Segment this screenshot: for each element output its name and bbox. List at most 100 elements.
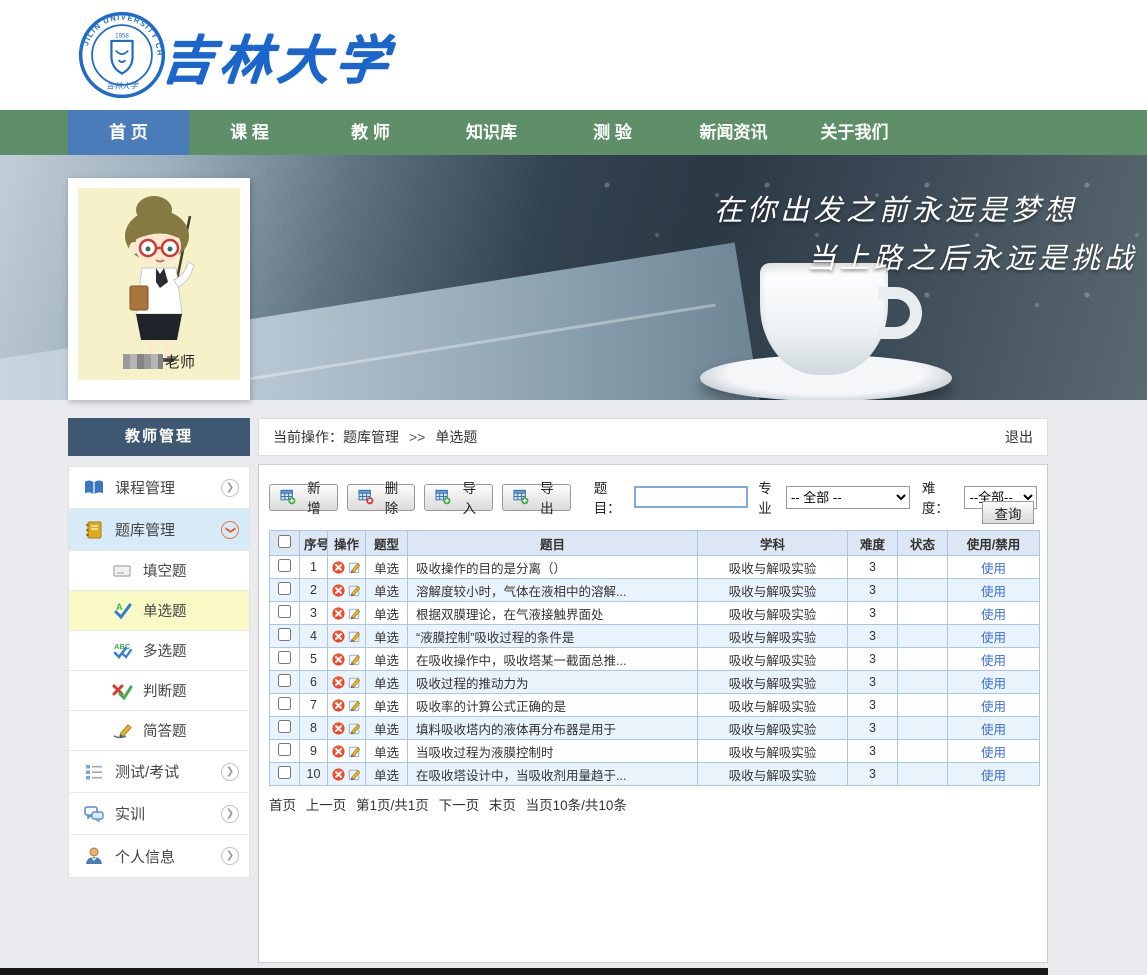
row-checkbox[interactable] <box>278 766 291 779</box>
delete-row-icon[interactable] <box>332 560 345 575</box>
input-box-icon <box>111 561 133 581</box>
edit-row-icon[interactable] <box>348 744 361 759</box>
nav-item-news[interactable]: 新闻资讯 <box>673 110 794 155</box>
major-filter-select[interactable]: -- 全部 -- <box>786 486 910 509</box>
sidebar-item-label: 判断题 <box>143 680 239 701</box>
delete-row-icon[interactable] <box>332 675 345 690</box>
add-button[interactable]: 新增 <box>269 484 338 511</box>
pagination-next[interactable]: 下一页 <box>439 798 480 813</box>
pagination: 首页 上一页 第1页/共1页 下一页 末页 当页10条/共10条 <box>269 794 1037 814</box>
row-subject: 吸收与解吸实验 <box>698 671 848 694</box>
use-toggle-link[interactable]: 使用 <box>981 654 1006 668</box>
table-export-icon <box>513 489 529 505</box>
row-difficulty: 3 <box>848 671 898 694</box>
row-type: 单选 <box>366 717 408 740</box>
row-subject: 吸收与解吸实验 <box>698 648 848 671</box>
nav-item-quiz[interactable]: 测 验 <box>552 110 673 155</box>
pagination-first[interactable]: 首页 <box>269 798 296 813</box>
import-button[interactable]: 导入 <box>424 484 493 511</box>
use-toggle-link[interactable]: 使用 <box>981 562 1006 576</box>
sidebar-item-single-choice[interactable]: A 单选题 <box>69 591 249 631</box>
use-toggle-link[interactable]: 使用 <box>981 677 1006 691</box>
delete-row-icon[interactable] <box>332 629 345 644</box>
nav-item-teachers[interactable]: 教 师 <box>310 110 431 155</box>
sidebar-item-judge[interactable]: 判断题 <box>69 671 249 711</box>
sidebar-item-fill-blank[interactable]: 填空题 <box>69 551 249 591</box>
row-checkbox[interactable] <box>278 651 291 664</box>
use-toggle-link[interactable]: 使用 <box>981 608 1006 622</box>
search-button[interactable]: 查询 <box>982 501 1034 524</box>
breadcrumb-prefix: 当前操作： <box>273 427 343 447</box>
edit-row-icon[interactable] <box>348 652 361 667</box>
row-checkbox[interactable] <box>278 628 291 641</box>
svg-text:ABC: ABC <box>114 642 131 651</box>
row-checkbox[interactable] <box>278 720 291 733</box>
col-header-op: 操作 <box>328 531 366 556</box>
row-no: 9 <box>300 740 328 763</box>
edit-row-icon[interactable] <box>348 721 361 736</box>
row-no: 7 <box>300 694 328 717</box>
slogan-line-1: 在你出发之前永远是梦想 <box>527 187 1147 229</box>
edit-row-icon[interactable] <box>348 583 361 598</box>
delete-row-icon[interactable] <box>332 606 345 621</box>
delete-row-icon[interactable] <box>332 744 345 759</box>
pagination-last[interactable]: 末页 <box>489 798 516 813</box>
nav-item-courses[interactable]: 课 程 <box>189 110 310 155</box>
row-type: 单选 <box>366 579 408 602</box>
row-checkbox[interactable] <box>278 743 291 756</box>
row-checkbox[interactable] <box>278 605 291 618</box>
row-type: 单选 <box>366 625 408 648</box>
delete-row-icon[interactable] <box>332 721 345 736</box>
row-checkbox[interactable] <box>278 697 291 710</box>
delete-row-icon[interactable] <box>332 583 345 598</box>
use-toggle-link[interactable]: 使用 <box>981 700 1006 714</box>
sidebar-item-label: 单选题 <box>143 600 239 621</box>
edit-row-icon[interactable] <box>348 675 361 690</box>
nav-item-knowledge[interactable]: 知识库 <box>431 110 552 155</box>
col-header-difficulty: 难度 <box>848 531 898 556</box>
logout-link[interactable]: 退出 <box>1005 427 1033 447</box>
row-subject: 吸收与解吸实验 <box>698 602 848 625</box>
sidebar-item-multi-choice[interactable]: ABC 多选题 <box>69 631 249 671</box>
sidebar-item-label: 多选题 <box>143 640 239 661</box>
question-table: 序号 操作 题型 题目 学科 难度 状态 使用/禁用 1单选吸收操作的目的是分离… <box>269 530 1040 786</box>
row-difficulty: 3 <box>848 648 898 671</box>
edit-row-icon[interactable] <box>348 629 361 644</box>
nav-item-home[interactable]: 首 页 <box>68 110 189 155</box>
edit-row-icon[interactable] <box>348 560 361 575</box>
chevron-right-icon: ❯ <box>221 805 239 823</box>
row-type: 单选 <box>366 694 408 717</box>
title-filter-input[interactable] <box>634 486 748 508</box>
row-checkbox-cell <box>270 763 300 786</box>
use-toggle-link[interactable]: 使用 <box>981 585 1006 599</box>
sidebar-item-practice[interactable]: 实训 ❯ <box>69 793 249 835</box>
row-status <box>898 763 948 786</box>
row-checkbox[interactable] <box>278 674 291 687</box>
row-status <box>898 648 948 671</box>
teacher-avatar-card: 老师 <box>68 178 250 400</box>
delete-row-icon[interactable] <box>332 767 345 782</box>
sidebar-item-short-answer[interactable]: 简答题 <box>69 711 249 751</box>
edit-row-icon[interactable] <box>348 606 361 621</box>
delete-row-icon[interactable] <box>332 652 345 667</box>
edit-row-icon[interactable] <box>348 767 361 782</box>
sidebar-item-profile[interactable]: 个人信息 ❯ <box>69 835 249 877</box>
use-toggle-link[interactable]: 使用 <box>981 631 1006 645</box>
export-button[interactable]: 导出 <box>502 484 571 511</box>
row-op <box>328 740 366 763</box>
nav-item-about[interactable]: 关于我们 <box>794 110 915 155</box>
select-all-checkbox[interactable] <box>278 535 291 548</box>
use-toggle-link[interactable]: 使用 <box>981 746 1006 760</box>
sidebar-item-tests[interactable]: 测试/考试 ❯ <box>69 751 249 793</box>
sidebar-item-question-bank[interactable]: 题库管理 ❯ <box>69 509 249 551</box>
pagination-prev[interactable]: 上一页 <box>306 798 347 813</box>
delete-button-label: 删除 <box>379 477 405 517</box>
delete-button[interactable]: 删除 <box>347 484 416 511</box>
delete-row-icon[interactable] <box>332 698 345 713</box>
row-checkbox[interactable] <box>278 559 291 572</box>
use-toggle-link[interactable]: 使用 <box>981 723 1006 737</box>
edit-row-icon[interactable] <box>348 698 361 713</box>
use-toggle-link[interactable]: 使用 <box>981 769 1006 783</box>
sidebar-item-course-mgmt[interactable]: 课程管理 ❯ <box>69 467 249 509</box>
row-checkbox[interactable] <box>278 582 291 595</box>
